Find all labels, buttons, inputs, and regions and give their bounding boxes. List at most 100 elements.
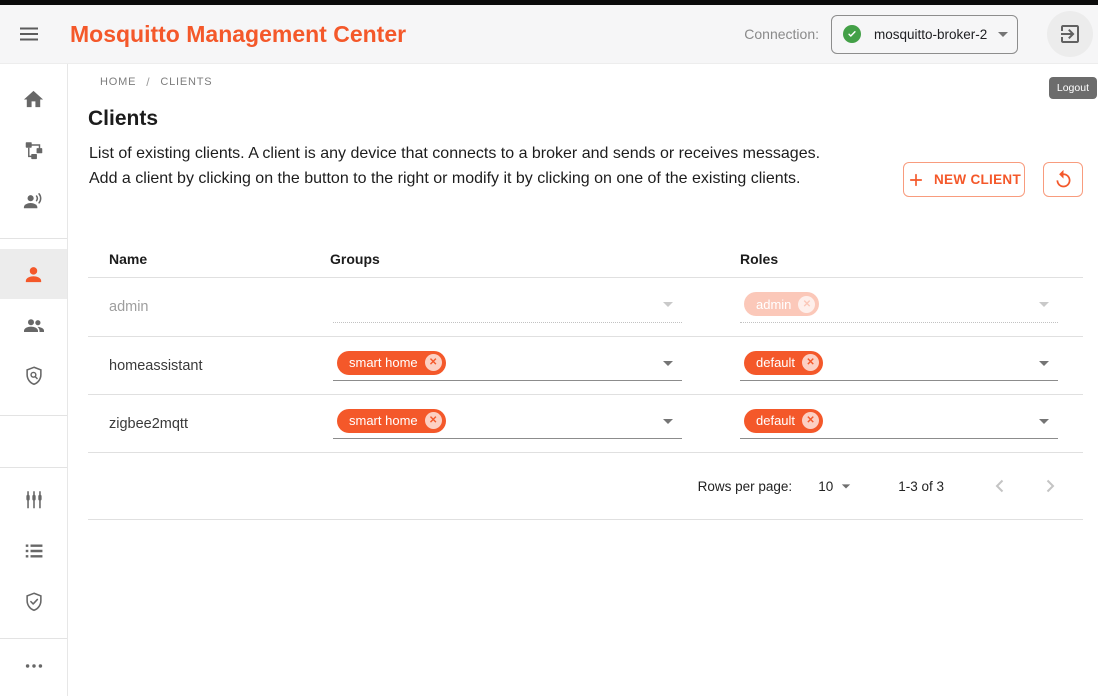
connection-caret-icon <box>991 22 1015 46</box>
settings-icon <box>23 489 45 511</box>
sidebar-divider <box>0 467 67 468</box>
select-caret-icon <box>1032 292 1056 316</box>
hamburger-icon <box>17 22 41 46</box>
group-chip[interactable]: smart home ✕ <box>337 409 446 433</box>
chip-delete-icon[interactable]: ✕ <box>802 354 819 371</box>
client-groups-icon <box>22 313 46 337</box>
app-bar: Mosquitto Management Center Connection: … <box>0 5 1098 64</box>
logout-button[interactable] <box>1047 11 1093 57</box>
sidebar-divider <box>0 415 67 416</box>
plus-icon <box>907 171 925 189</box>
roles-icon <box>23 365 45 387</box>
rows-per-page-value: 10 <box>818 479 833 494</box>
table-row-homeassistant[interactable]: homeassistant smart home ✕ default ✕ <box>88 337 1083 395</box>
clients-table: Name Groups Roles admin admin ✕ <box>88 240 1083 520</box>
security-icon <box>23 591 45 613</box>
more-icon <box>23 655 45 677</box>
sidebar-item-streams[interactable] <box>0 526 67 576</box>
new-client-button[interactable]: NEW CLIENT <box>903 162 1025 197</box>
groups-select[interactable]: smart home ✕ <box>333 345 682 381</box>
sidebar-item-topic-tree[interactable] <box>0 125 67 175</box>
clients-icon <box>22 263 45 286</box>
pagination-nav <box>988 474 1062 498</box>
breadcrumb-separator: / <box>146 75 150 89</box>
menu-button[interactable] <box>16 21 42 47</box>
streams-icon <box>23 540 45 562</box>
refresh-button[interactable] <box>1043 162 1083 197</box>
main-content: HOME / CLIENTS Logout Clients List of ex… <box>69 64 1098 696</box>
chip-label: admin <box>756 297 791 312</box>
pagination-bar: Rows per page: 10 1-3 of 3 <box>88 453 1083 520</box>
sidebar-item-more[interactable] <box>0 641 67 691</box>
chip-delete-icon[interactable]: ✕ <box>425 354 442 371</box>
select-caret-icon <box>656 409 680 433</box>
groups-select[interactable]: smart home ✕ <box>333 403 682 439</box>
chevron-right-icon <box>1038 474 1062 498</box>
connection-value: mosquitto-broker-2 <box>874 27 991 42</box>
table-row-zigbee2mqtt[interactable]: zigbee2mqtt smart home ✕ default ✕ <box>88 395 1083 453</box>
sidebar-item-roles[interactable] <box>0 351 67 401</box>
sidebar-item-security[interactable] <box>0 577 67 627</box>
table-header: Name Groups Roles <box>88 240 1083 278</box>
rows-per-page-select[interactable]: 10 <box>818 476 856 496</box>
role-chip[interactable]: default ✕ <box>744 409 823 433</box>
new-client-label: NEW CLIENT <box>934 172 1021 187</box>
roles-select[interactable]: default ✕ <box>740 345 1058 381</box>
previous-page-button[interactable] <box>988 474 1012 498</box>
appbar-right: Connection: mosquitto-broker-2 <box>744 11 1096 57</box>
select-caret-icon <box>656 292 680 316</box>
connection-status-icon <box>843 25 861 43</box>
chip-delete-icon: ✕ <box>798 296 815 313</box>
pagination-range: 1-3 of 3 <box>898 479 944 494</box>
connection-select[interactable]: mosquitto-broker-2 <box>831 15 1018 54</box>
roles-select: admin ✕ <box>740 286 1058 323</box>
role-chip: admin ✕ <box>744 292 819 316</box>
next-page-button[interactable] <box>1038 474 1062 498</box>
group-chip[interactable]: smart home ✕ <box>337 351 446 375</box>
sidebar-item-client-connections[interactable] <box>0 176 67 226</box>
roles-select[interactable]: default ✕ <box>740 403 1058 439</box>
topic-tree-icon <box>23 139 45 161</box>
column-header-name: Name <box>109 251 147 267</box>
sidebar <box>0 64 68 696</box>
chip-label: smart home <box>349 355 418 370</box>
sidebar-item-clients[interactable] <box>0 249 67 299</box>
logout-icon <box>1058 22 1082 46</box>
client-name: homeassistant <box>109 358 203 374</box>
app-title: Mosquitto Management Center <box>70 21 406 48</box>
role-chip[interactable]: default ✕ <box>744 351 823 375</box>
chip-label: default <box>756 355 795 370</box>
chip-label: default <box>756 413 795 428</box>
column-header-roles: Roles <box>740 251 778 267</box>
chevron-left-icon <box>988 474 1012 498</box>
chip-delete-icon[interactable]: ✕ <box>425 412 442 429</box>
chip-label: smart home <box>349 413 418 428</box>
client-connections-icon <box>22 190 45 213</box>
breadcrumb-home[interactable]: HOME <box>100 76 136 88</box>
select-caret-icon <box>1032 351 1056 375</box>
table-row-admin[interactable]: admin admin ✕ <box>88 278 1083 337</box>
sidebar-item-home[interactable] <box>0 74 67 124</box>
rows-per-page-label: Rows per page: <box>698 479 793 494</box>
refresh-icon <box>1053 169 1074 190</box>
home-icon <box>22 88 45 111</box>
page-description: List of existing clients. A client is an… <box>89 141 841 192</box>
page-title: Clients <box>88 107 158 131</box>
client-name: zigbee2mqtt <box>109 416 188 432</box>
breadcrumb: HOME / CLIENTS <box>100 75 212 89</box>
logout-tooltip: Logout <box>1049 77 1097 99</box>
sidebar-item-settings[interactable] <box>0 475 67 525</box>
groups-select <box>333 286 682 323</box>
select-caret-icon <box>1032 409 1056 433</box>
connection-label: Connection: <box>744 26 819 42</box>
sidebar-divider <box>0 638 67 639</box>
column-header-groups: Groups <box>330 251 380 267</box>
chip-delete-icon[interactable]: ✕ <box>802 412 819 429</box>
breadcrumb-current: CLIENTS <box>160 76 212 88</box>
sidebar-divider <box>0 238 67 239</box>
sidebar-item-client-groups[interactable] <box>0 300 67 350</box>
client-name: admin <box>109 299 149 315</box>
rows-per-page-caret-icon <box>836 476 856 496</box>
app-root: Mosquitto Management Center Connection: … <box>0 0 1098 696</box>
select-caret-icon <box>656 351 680 375</box>
